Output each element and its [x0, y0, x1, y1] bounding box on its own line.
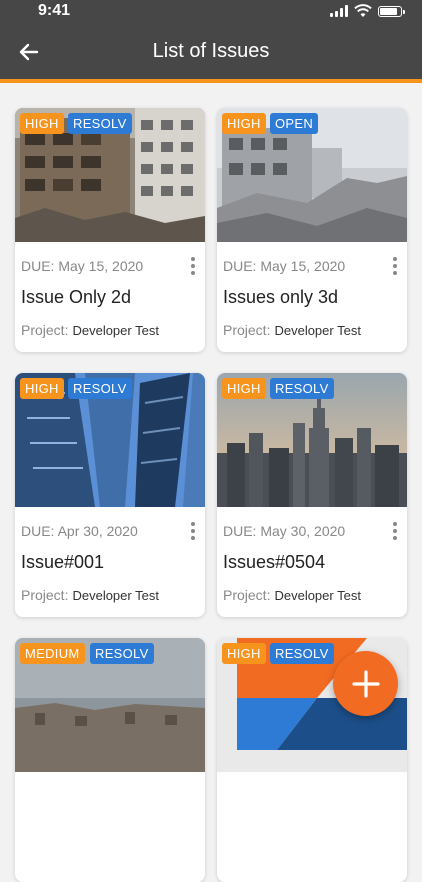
- page-title: List of Issues: [152, 40, 270, 62]
- status-badge: RESOLV: [270, 378, 334, 399]
- more-options-button[interactable]: [389, 256, 401, 276]
- priority-badge: HIGH: [222, 378, 266, 399]
- priority-badge: HIGH: [20, 113, 64, 134]
- project-line: Project: Developer Test: [21, 322, 159, 338]
- priority-badge: HIGH: [222, 113, 266, 134]
- due-date: DUE: May 30, 2020: [223, 523, 346, 539]
- project-line: Project: Developer Test: [223, 322, 361, 338]
- project-line: Project: Developer Test: [223, 587, 361, 603]
- due-date: DUE: May 15, 2020: [223, 258, 346, 274]
- issue-title: Issue Only 2d: [21, 287, 132, 307]
- signal-icon: [330, 5, 348, 17]
- status-time: 9:41: [38, 2, 71, 19]
- status-badge: RESOLV: [270, 643, 334, 664]
- project-label: Project:: [223, 322, 271, 338]
- project-name: Developer Test: [274, 588, 361, 603]
- add-issue-button[interactable]: [333, 651, 398, 716]
- plus-icon: [351, 669, 380, 698]
- priority-badge: MEDIUM: [20, 643, 85, 664]
- issue-title: Issues#0504: [223, 552, 326, 572]
- status-badge: RESOLV: [68, 378, 132, 399]
- due-date: DUE: May 15, 2020: [21, 258, 144, 274]
- more-options-button[interactable]: [187, 256, 199, 276]
- project-line: Project: Developer Test: [21, 587, 159, 603]
- project-label: Project:: [21, 322, 69, 338]
- project-name: Developer Test: [72, 323, 159, 338]
- priority-badge: HIGH: [222, 643, 266, 664]
- issue-card[interactable]: HIGH RESOLV DUE: May 15, 2020 Issue Only…: [15, 108, 205, 352]
- battery-icon: [378, 5, 405, 17]
- wifi-icon: [354, 4, 372, 17]
- due-date: DUE: Apr 30, 2020: [21, 523, 138, 539]
- issue-title: Issue#001: [21, 552, 105, 572]
- more-options-button[interactable]: [187, 521, 199, 541]
- status-bar: 9:41: [0, 0, 422, 24]
- app-bar: List of Issues: [0, 24, 422, 83]
- priority-badge: HIGH: [20, 378, 64, 399]
- issue-card[interactable]: HIGH RESOLV DUE: May 30, 2020 Issues#050…: [217, 373, 407, 617]
- issue-card[interactable]: HIGH RESOLV DUE: Apr 30, 2020 Issue#001 …: [15, 373, 205, 617]
- status-badge: OPEN: [270, 113, 319, 134]
- more-options-button[interactable]: [389, 521, 401, 541]
- issue-card[interactable]: HIGH OPEN DUE: May 15, 2020 Issues only …: [217, 108, 407, 352]
- status-badge: RESOLV: [90, 643, 154, 664]
- project-label: Project:: [223, 587, 271, 603]
- status-badge: RESOLV: [68, 113, 132, 134]
- project-label: Project:: [21, 587, 69, 603]
- project-name: Developer Test: [72, 588, 159, 603]
- issue-title: Issues only 3d: [223, 287, 339, 307]
- status-icons: [330, 4, 405, 18]
- issue-card[interactable]: MEDIUM RESOLV: [15, 638, 205, 882]
- project-name: Developer Test: [274, 323, 361, 338]
